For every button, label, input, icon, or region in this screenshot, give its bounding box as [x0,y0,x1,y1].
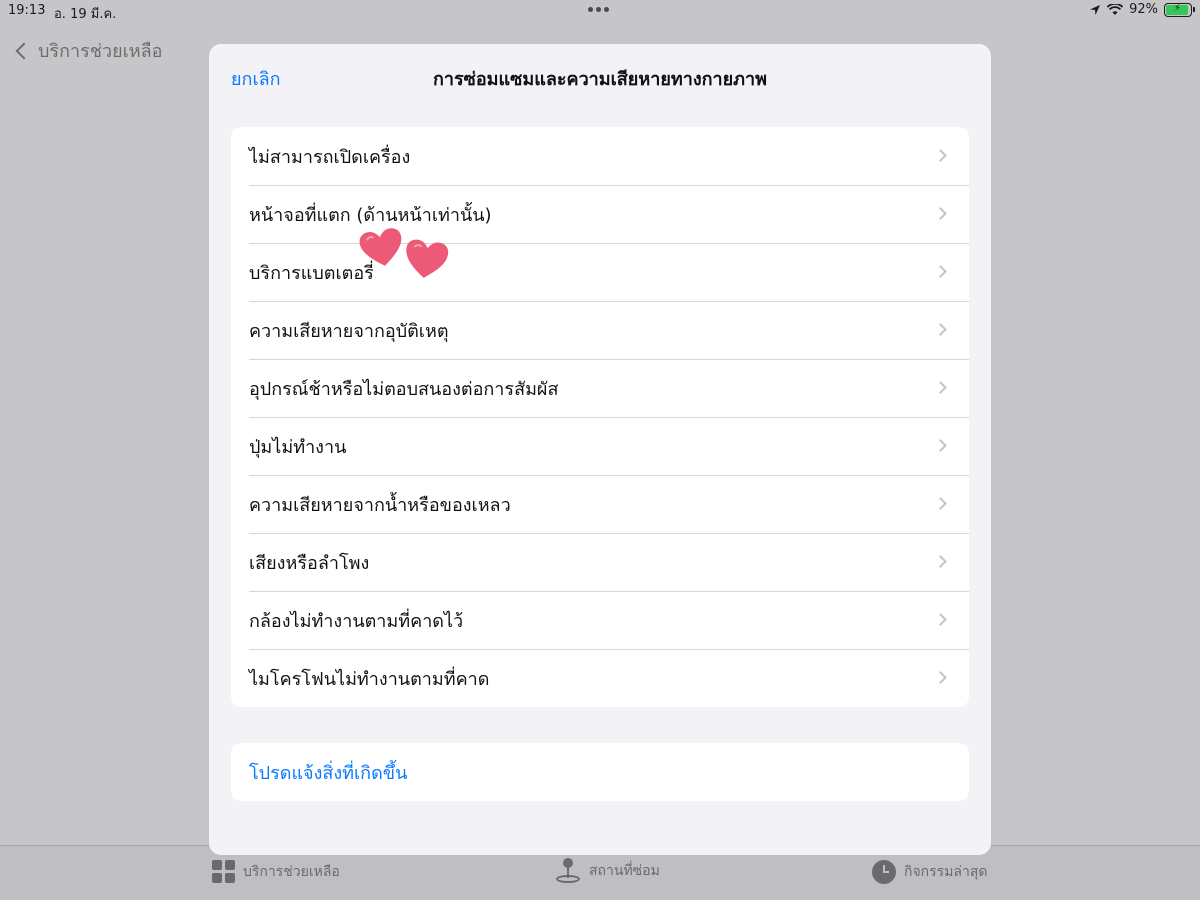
chevron-left-icon [15,42,33,59]
list-item-label: หน้าจอที่แตก (ด้านหน้าเท่านั้น) [249,204,492,226]
repair-modal: การซ่อมแซมและความเสียหายทางกายภาพ ยกเลิก… [209,44,991,855]
list-item[interactable]: บริการแบตเตอรี่ [231,243,969,301]
list-item[interactable]: ไมโครโฟนไม่ทำงานตามที่คาด [231,649,969,707]
list-item-label: ปุ่มไม่ทำงาน [249,436,347,458]
tab-support[interactable]: บริการช่วยเหลือ [212,860,340,883]
list-item-label: ความเสียหายจากอุบัติเหตุ [249,320,449,342]
list-item[interactable]: ปุ่มไม่ทำงาน [231,417,969,475]
cancel-button[interactable]: ยกเลิก [231,64,281,93]
grid-icon [212,860,235,883]
report-issue-label: โปรดแจ้งสิ่งที่เกิดขึ้น [249,762,408,784]
list-item[interactable]: ความเสียหายจากอุบัติเหตุ [231,301,969,359]
chevron-right-icon [934,381,947,394]
battery-percent: 92% [1129,2,1158,17]
battery-charging-icon: ⚡ [1164,2,1195,17]
chevron-right-icon [934,207,947,220]
list-item[interactable]: กล้องไม่ทำงานตามที่คาดไว้ [231,591,969,649]
status-indicators: 92% ⚡ [1089,2,1195,17]
chevron-right-icon [934,265,947,278]
tab-repair-locations[interactable]: สถานที่ซ่อม [555,858,660,884]
map-pin-icon [555,858,581,884]
heart-icon [406,239,449,278]
report-issue-button[interactable]: โปรดแจ้งสิ่งที่เกิดขึ้น [231,743,969,801]
location-arrow-icon [1090,4,1101,15]
back-button[interactable]: บริการช่วยเหลือ [14,36,163,65]
status-time: 19:13 [8,3,46,18]
list-item[interactable]: อุปกรณ์ช้าหรือไม่ตอบสนองต่อการสัมผัส [231,359,969,417]
list-item[interactable]: เสียงหรือลำโพง [231,533,969,591]
tab-recent-activity[interactable]: กิจกรรมล่าสุด [872,860,988,884]
chevron-right-icon [934,149,947,162]
list-item-label: เสียงหรือลำโพง [249,552,370,574]
wifi-icon [1107,3,1124,15]
status-date: อ. 19 มี.ค. [54,7,117,22]
list-item-label: ความเสียหายจากน้ำหรือของเหลว [249,494,511,516]
tab-repair-locations-label: สถานที่ซ่อม [589,863,660,879]
list-item-label: อุปกรณ์ช้าหรือไม่ตอบสนองต่อการสัมผัส [249,378,559,400]
chevron-right-icon [934,439,947,452]
list-item-label: กล้องไม่ทำงานตามที่คาดไว้ [249,610,464,632]
list-item[interactable]: ไม่สามารถเปิดเครื่อง [231,127,969,185]
status-bar: 19:13 อ. 19 มี.ค. 92% ⚡ [0,0,1200,22]
chevron-right-icon [934,323,947,336]
list-item[interactable]: ความเสียหายจากน้ำหรือของเหลว [231,475,969,533]
modal-title: การซ่อมแซมและความเสียหายทางกายภาพ [432,69,768,90]
tab-recent-activity-label: กิจกรรมล่าสุด [904,864,988,880]
issue-list: ไม่สามารถเปิดเครื่อง หน้าจอที่แตก (ด้านห… [231,127,969,707]
chevron-right-icon [934,613,947,626]
list-item-label: บริการแบตเตอรี่ [249,262,374,284]
modal-header: การซ่อมแซมและความเสียหายทางกายภาพ ยกเลิก [209,44,991,108]
back-label: บริการช่วยเหลือ [38,41,163,62]
heart-icon [359,228,402,266]
list-item[interactable]: หน้าจอที่แตก (ด้านหน้าเท่านั้น) [231,185,969,243]
chevron-right-icon [934,497,947,510]
clock-icon [872,860,896,884]
chevron-right-icon [934,555,947,568]
list-item-label: ไมโครโฟนไม่ทำงานตามที่คาด [249,668,490,690]
list-item-label: ไม่สามารถเปิดเครื่อง [249,146,411,168]
tab-support-label: บริการช่วยเหลือ [243,863,340,880]
multitasking-dots-icon[interactable] [588,7,609,12]
chevron-right-icon [934,671,947,684]
